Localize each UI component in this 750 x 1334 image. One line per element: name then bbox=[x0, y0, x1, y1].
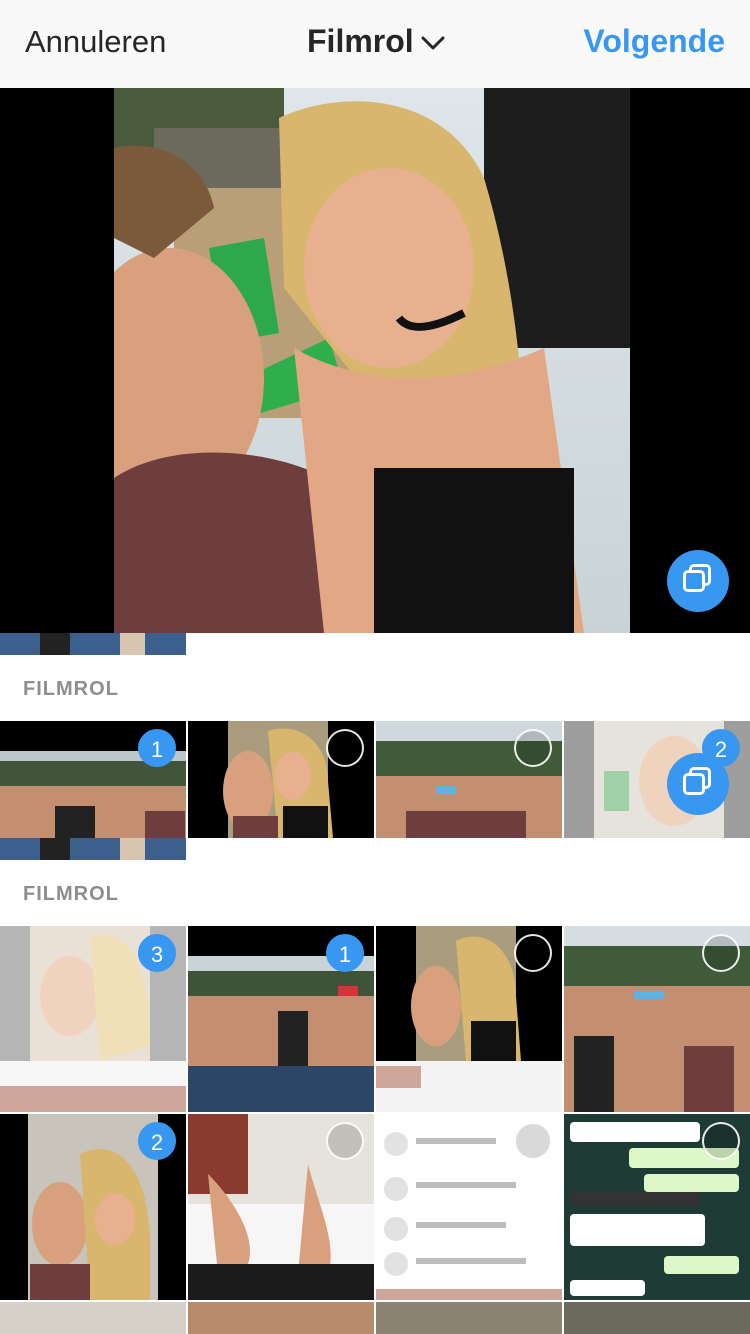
selection-circle-icon[interactable] bbox=[702, 934, 740, 972]
next-button[interactable]: Volgende bbox=[583, 23, 725, 60]
album-title-button[interactable]: Filmrol bbox=[307, 23, 414, 60]
thumbnail-strip bbox=[0, 838, 186, 860]
selection-circle-icon[interactable] bbox=[514, 1122, 552, 1160]
multi-select-icon-front bbox=[683, 570, 705, 592]
selection-badge[interactable]: 1 bbox=[138, 729, 176, 767]
selection-circle-icon[interactable] bbox=[514, 729, 552, 767]
selection-badge[interactable]: 2 bbox=[138, 1122, 176, 1160]
selection-badge[interactable]: 1 bbox=[326, 934, 364, 972]
multi-select-button[interactable] bbox=[667, 550, 729, 612]
thumbnail-strip bbox=[0, 633, 186, 655]
nav-bar: Annuleren Filmrol Volgende bbox=[0, 0, 750, 88]
photo-thumbnail[interactable] bbox=[188, 1302, 374, 1334]
cancel-button[interactable]: Annuleren bbox=[25, 24, 166, 60]
photo-thumbnail[interactable] bbox=[376, 1302, 562, 1334]
section-label: FILMROL bbox=[23, 883, 119, 905]
photo-thumbnail[interactable] bbox=[0, 1302, 186, 1334]
photo-thumbnail[interactable] bbox=[564, 1302, 750, 1334]
selection-circle-icon[interactable] bbox=[514, 934, 552, 972]
selection-circle-icon[interactable] bbox=[326, 729, 364, 767]
chevron-down-icon[interactable] bbox=[420, 34, 446, 52]
selection-circle-icon[interactable] bbox=[326, 1122, 364, 1160]
selection-circle-icon[interactable] bbox=[702, 1122, 740, 1160]
photo-preview[interactable] bbox=[0, 88, 750, 633]
selection-badge[interactable]: 3 bbox=[138, 934, 176, 972]
section-label: FILMROL bbox=[23, 678, 119, 700]
multi-select-button[interactable] bbox=[667, 753, 729, 815]
preview-photo bbox=[114, 88, 630, 633]
multi-select-icon-front bbox=[683, 773, 705, 795]
